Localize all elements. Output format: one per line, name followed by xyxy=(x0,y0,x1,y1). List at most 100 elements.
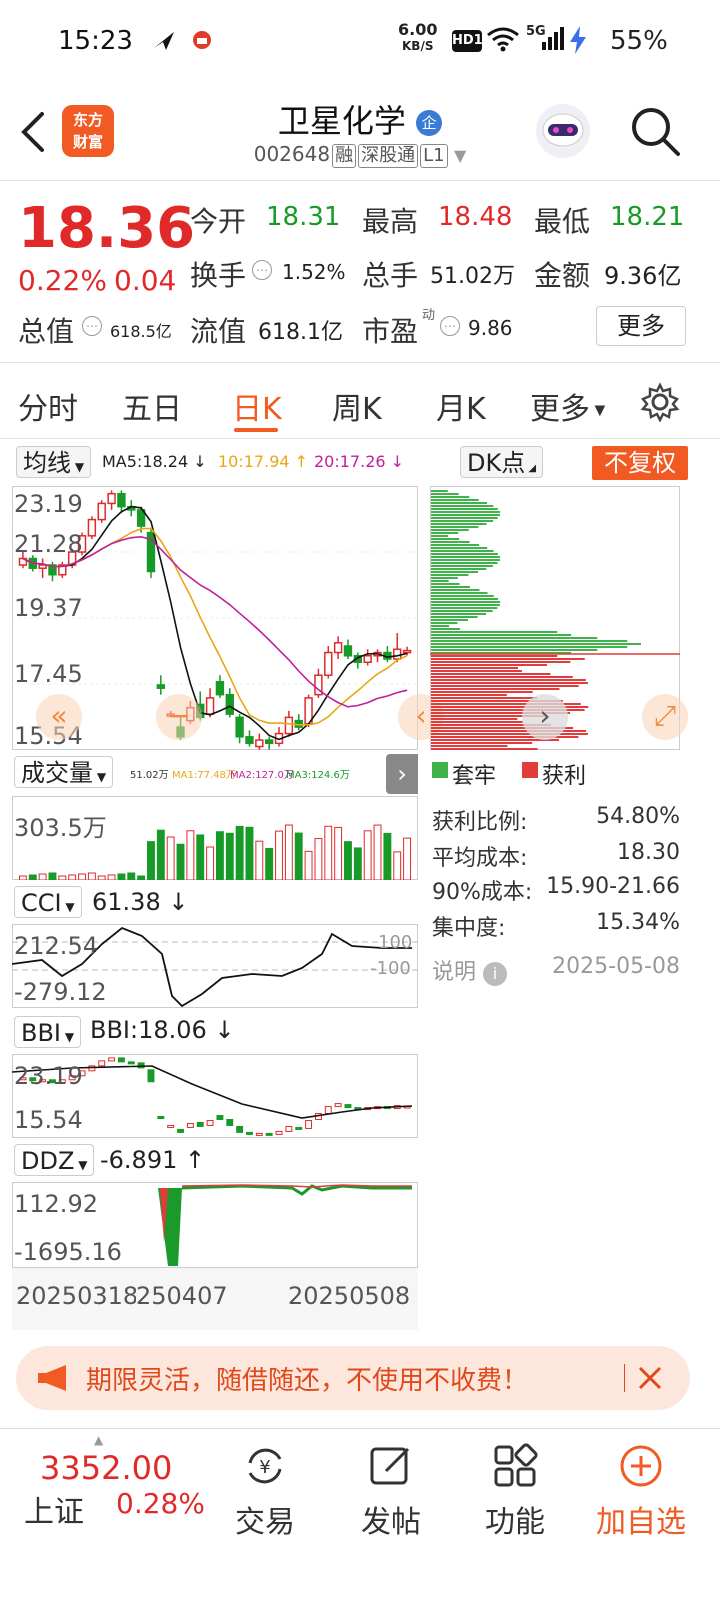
candle-body xyxy=(324,651,333,676)
settings-gear-icon[interactable] xyxy=(640,382,680,422)
float-value: 618.1亿 xyxy=(258,320,343,345)
volume-bar xyxy=(314,838,323,880)
more-button[interactable]: 更多 xyxy=(596,306,686,346)
chip-bar xyxy=(431,568,487,570)
ma-selector[interactable]: 均线 ▼ xyxy=(16,446,92,478)
chip-bar xyxy=(431,718,518,720)
add-circle-icon xyxy=(620,1445,662,1487)
volume-selector[interactable]: 成交量 ▼ xyxy=(14,756,114,788)
cci-ref-lower: -100 xyxy=(370,958,411,979)
chip-bar xyxy=(431,562,498,564)
close-icon[interactable] xyxy=(636,1364,664,1392)
tab-intraday[interactable]: 分时 xyxy=(18,384,78,428)
chip-bar xyxy=(431,622,458,624)
volume-label: 总手 xyxy=(362,259,419,292)
volume-bar xyxy=(235,825,244,880)
info-icon[interactable]: ⋯ xyxy=(252,260,272,280)
bbi-value: BBI:18.06 ↓ xyxy=(90,1016,235,1044)
high-value: 18.48 xyxy=(438,202,513,232)
chip-bar xyxy=(431,661,571,663)
chip-bar xyxy=(431,520,494,522)
cci-min-label: -279.12 xyxy=(14,978,107,1006)
expand-side-icon[interactable]: › xyxy=(386,754,418,794)
chip-note-row[interactable]: 说明 i 2025-05-08 xyxy=(432,954,680,986)
expand-icon[interactable]: ⤢ xyxy=(642,694,688,740)
volume-bar xyxy=(255,840,264,880)
robot-assistant-icon[interactable] xyxy=(534,102,592,160)
banner-text: 期限灵活，随借随还，不使用不收费！ xyxy=(86,1366,529,1396)
bbi-candle xyxy=(344,1104,352,1109)
chip-bar xyxy=(431,505,494,507)
promo-banner[interactable]: 期限灵活，随借随还，不使用不收费！ xyxy=(16,1346,690,1410)
next-icon[interactable]: › xyxy=(522,694,568,740)
open-label: 今开 xyxy=(190,205,247,238)
volume-bar xyxy=(38,873,47,880)
chip-bar xyxy=(431,646,628,648)
bbi-candle xyxy=(108,1057,116,1062)
chevron-down-icon: ▼ xyxy=(453,146,467,165)
tab-five-day[interactable]: 五日 xyxy=(122,384,182,428)
date-start: 20250318 xyxy=(16,1282,139,1310)
volume-bar xyxy=(117,873,126,880)
bbi-candle xyxy=(127,1061,135,1065)
bbi-candle xyxy=(167,1124,175,1128)
tab-weekly-k[interactable]: 周K xyxy=(332,384,382,428)
chip-bar xyxy=(431,592,488,594)
chip-bar xyxy=(431,742,533,744)
tab-daily-k[interactable]: 日K xyxy=(232,384,282,428)
index-value[interactable]: 3352.00 xyxy=(40,1449,172,1487)
volume-bar xyxy=(48,872,57,880)
nav-post[interactable]: 发帖 xyxy=(336,1443,446,1541)
bbi-candle xyxy=(285,1125,293,1132)
bbi-min-label: 15.54 xyxy=(14,1106,83,1134)
volume-bar xyxy=(196,834,205,880)
ddz-selector[interactable]: DDZ ▼ xyxy=(14,1144,95,1176)
chip-bar xyxy=(431,613,486,615)
chip-bar xyxy=(431,604,500,606)
cci-selector[interactable]: CCI ▼ xyxy=(14,886,82,918)
paper-plane-icon xyxy=(154,32,174,50)
info-icon[interactable]: ⋯ xyxy=(82,316,102,336)
volume-bar xyxy=(245,826,254,880)
ddz-line xyxy=(181,1184,412,1196)
volume-bar xyxy=(353,847,362,880)
candle-body xyxy=(235,716,244,738)
chip-bar xyxy=(431,496,470,498)
charging-icon xyxy=(570,26,586,54)
volume-bar xyxy=(225,832,234,880)
chip-bar xyxy=(431,535,449,537)
nav-add-watchlist[interactable]: 加自选 xyxy=(586,1443,696,1541)
zoom-out-icon[interactable]: − xyxy=(156,694,202,740)
volume-legend-ma1: MA1:77.48万 xyxy=(172,770,236,781)
tab-more[interactable]: 更多 ▼ xyxy=(530,384,605,428)
index-pct[interactable]: 0.28% xyxy=(116,1487,205,1520)
scroll-left-icon[interactable]: « xyxy=(36,694,82,740)
change-pct: 0.22% xyxy=(18,264,107,297)
volume-bar xyxy=(78,873,86,880)
chip-bar xyxy=(431,667,518,669)
period-tabs: 分时 五日 日K 周K 月K 更多 ▼ xyxy=(0,374,720,438)
open-value: 18.31 xyxy=(266,202,341,232)
chevron-up-icon[interactable]: ▲ xyxy=(94,1433,103,1447)
chip-bar xyxy=(431,745,508,747)
bbi-selector[interactable]: BBI ▼ xyxy=(14,1016,82,1048)
chip-bar xyxy=(431,517,498,519)
adjust-button[interactable]: 不复权 xyxy=(592,446,688,480)
index-name[interactable]: 上证 xyxy=(24,1487,84,1531)
chip-bar xyxy=(431,655,558,657)
tab-monthly-k[interactable]: 月K xyxy=(436,384,486,428)
candle-body xyxy=(205,697,215,715)
nav-functions[interactable]: 功能 xyxy=(460,1443,570,1541)
bbi-candle xyxy=(265,1132,273,1136)
clock: 15:23 xyxy=(58,26,133,56)
nav-trade[interactable]: ¥ 交易 xyxy=(210,1443,320,1541)
info-icon[interactable]: ⋯ xyxy=(440,316,460,336)
change-amount: 0.04 xyxy=(114,264,177,297)
amount-value: 9.36亿 xyxy=(604,262,682,290)
search-icon[interactable] xyxy=(628,104,682,158)
volume-bar xyxy=(284,824,293,880)
chip-bar xyxy=(431,637,598,639)
chip-bar xyxy=(431,670,522,672)
stock-code-row[interactable]: 002648 融深股通 L1 ▼ xyxy=(0,142,720,168)
dk-selector[interactable]: DK点 ◢ xyxy=(460,446,544,478)
